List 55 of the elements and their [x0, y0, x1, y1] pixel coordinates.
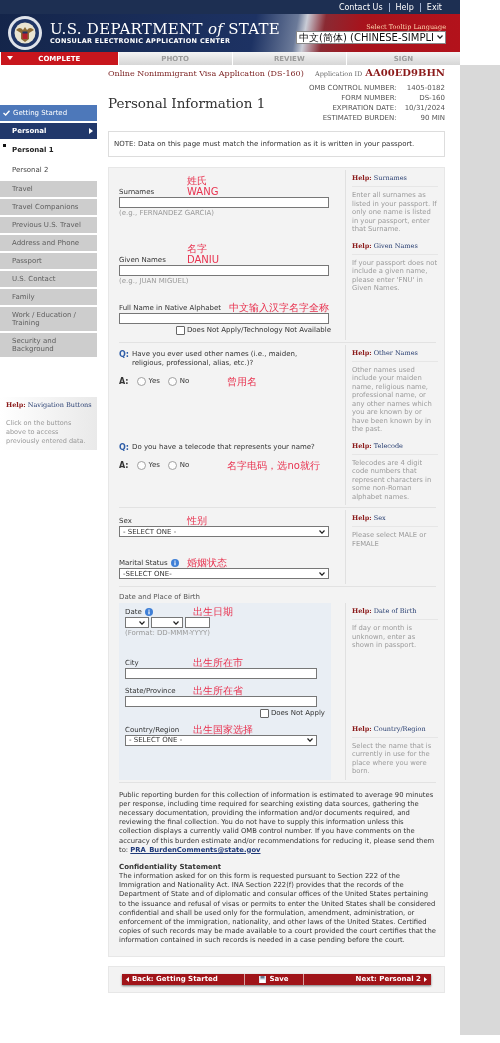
a-label: A: — [119, 376, 129, 386]
checkbox[interactable] — [259, 708, 269, 718]
form-title: Online Nonimmigrant Visa Application (DS-160) — [108, 69, 304, 78]
caret-icon — [173, 620, 179, 625]
annotation: 婚姻状态 — [187, 557, 228, 568]
radio-button[interactable] — [136, 460, 146, 470]
a-label: A: — [119, 460, 129, 470]
caret-icon — [437, 35, 443, 39]
next-arrow-icon — [424, 976, 427, 982]
annotation: 出生所在省 — [193, 684, 244, 696]
radio-button[interactable] — [167, 460, 177, 470]
caret-icon — [319, 529, 325, 534]
annotation: 性别 — [187, 515, 208, 526]
text-field[interactable] — [125, 667, 317, 679]
caret-icon — [307, 738, 313, 742]
annotation: DANIU — [187, 253, 221, 265]
text-field[interactable] — [119, 264, 329, 276]
annotation: 出生国家选择 — [193, 723, 254, 735]
back-arrow-icon — [126, 976, 129, 982]
month-dropdown[interactable] — [151, 617, 183, 628]
annotation: 出生日期 — [193, 606, 234, 617]
day-dropdown[interactable] — [125, 617, 149, 628]
text-field[interactable] — [119, 312, 329, 324]
q-label: Q: — [119, 349, 129, 361]
save-icon — [259, 975, 267, 983]
radio-button[interactable] — [136, 376, 146, 386]
annotation: 出生所在市 — [193, 656, 244, 668]
application-id: AA00ED9BHN — [365, 67, 445, 78]
arrow-icon — [89, 128, 93, 134]
header-link[interactable]: Exit — [419, 2, 448, 12]
annotation: 名字电码，选no就行 — [227, 459, 320, 471]
header-link[interactable]: Contact Us — [332, 2, 389, 12]
caret-icon — [319, 571, 325, 576]
caret-icon — [7, 56, 13, 60]
annotation: 中文输入汉字名字全称 — [228, 301, 330, 313]
info-icon[interactable] — [170, 559, 179, 567]
bullet-icon — [3, 144, 6, 147]
radio-button[interactable] — [167, 376, 177, 386]
check-icon — [3, 110, 10, 116]
language-dropdown[interactable]: 中文(简体) (CHINESE-SIMPLI — [296, 30, 446, 44]
text-field[interactable] — [125, 695, 317, 707]
page-title: Personal Information 1 — [108, 95, 266, 111]
header-link[interactable]: Help — [388, 2, 420, 12]
year-field[interactable] — [185, 617, 210, 628]
annotation: 曾用名 — [227, 375, 258, 387]
agency-name: U.S. DEPARTMENT of STATE — [50, 21, 281, 37]
text-field[interactable] — [119, 197, 329, 208]
checkbox[interactable] — [175, 325, 185, 335]
seal-icon — [8, 16, 42, 50]
caret-icon — [139, 620, 145, 625]
annotation: WANG — [187, 186, 220, 197]
info-icon[interactable] — [144, 608, 153, 616]
annotation: 名字 — [187, 242, 208, 254]
q-label: Q: — [119, 442, 129, 452]
annotation: 姓氏 — [187, 175, 208, 186]
